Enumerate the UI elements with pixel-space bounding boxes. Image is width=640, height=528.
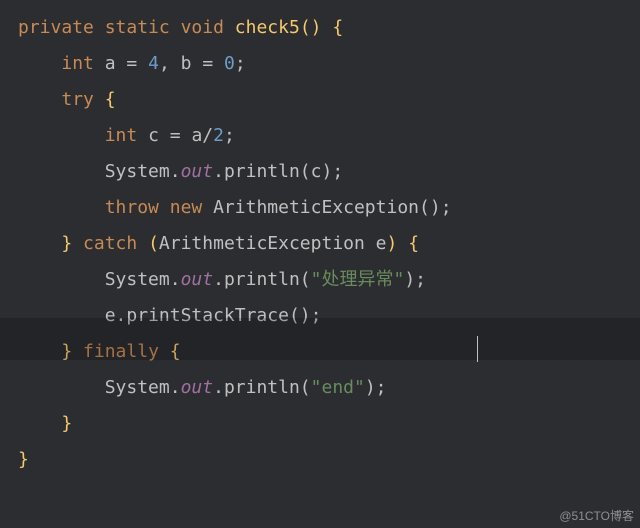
paren: ) [404, 269, 415, 290]
paren: ( [419, 197, 430, 218]
code-line: int c = a/2; [18, 125, 235, 146]
method-printstacktrace: printStackTrace [126, 305, 289, 326]
field-out: out [181, 161, 214, 182]
paren: ( [289, 305, 300, 326]
class-system: System [105, 269, 170, 290]
class-system: System [105, 161, 170, 182]
code-line: } [18, 449, 29, 470]
paren: ) [321, 161, 332, 182]
dot: . [213, 377, 224, 398]
paren: ) [311, 17, 322, 38]
op-div: / [202, 125, 213, 146]
dot: . [213, 269, 224, 290]
op-equals: = [202, 53, 213, 74]
semicolon: ; [224, 125, 235, 146]
number-literal: 2 [213, 125, 224, 146]
class-arithmeticexception: ArithmeticException [159, 233, 365, 254]
code-line: } finally { [18, 341, 181, 362]
var-e: e [105, 305, 116, 326]
dot: . [170, 161, 181, 182]
keyword-catch: catch [83, 233, 137, 254]
type-int: int [105, 125, 138, 146]
brace: } [61, 341, 72, 362]
class-system: System [105, 377, 170, 398]
dot: . [170, 377, 181, 398]
type-int: int [61, 53, 94, 74]
number-literal: 4 [148, 53, 159, 74]
var-a: a [105, 53, 116, 74]
code-line: System.out.println(c); [18, 161, 343, 182]
keyword-new: new [170, 197, 203, 218]
code-line: try { [18, 89, 116, 110]
field-out: out [181, 269, 214, 290]
brace: { [408, 233, 419, 254]
brace: { [170, 341, 181, 362]
paren: ) [430, 197, 441, 218]
code-line: System.out.println("处理异常"); [18, 269, 426, 290]
paren: ( [300, 161, 311, 182]
code-line: e.printStackTrace(); [18, 305, 321, 326]
dot: . [170, 269, 181, 290]
dot: . [213, 161, 224, 182]
code-line: } [18, 413, 72, 434]
paren: ) [300, 305, 311, 326]
semicolon: ; [235, 53, 246, 74]
code-line: private static void check5() { [18, 17, 343, 38]
paren: ) [387, 233, 398, 254]
keyword-static: static [105, 17, 170, 38]
code-line: System.out.println("end"); [18, 377, 387, 398]
paren: ( [300, 377, 311, 398]
code-line: } catch (ArithmeticException e) { [18, 233, 419, 254]
paren: ( [300, 17, 311, 38]
var-a: a [191, 125, 202, 146]
semicolon: ; [441, 197, 452, 218]
var-c: c [148, 125, 159, 146]
paren: ( [300, 269, 311, 290]
brace: { [105, 89, 116, 110]
var-e: e [376, 233, 387, 254]
keyword-private: private [18, 17, 94, 38]
op-equals: = [126, 53, 137, 74]
code-line: int a = 4, b = 0; [18, 53, 246, 74]
semicolon: ; [332, 161, 343, 182]
paren: ( [148, 233, 159, 254]
var-c: c [311, 161, 322, 182]
method-name: check5 [235, 17, 300, 38]
brace: { [332, 17, 343, 38]
string-literal: "处理异常" [311, 269, 405, 290]
brace: } [61, 413, 72, 434]
comma: , [159, 53, 170, 74]
paren: ) [365, 377, 376, 398]
method-println: println [224, 377, 300, 398]
dot: . [116, 305, 127, 326]
method-println: println [224, 161, 300, 182]
class-arithmeticexception: ArithmeticException [213, 197, 419, 218]
semicolon: ; [376, 377, 387, 398]
semicolon: ; [415, 269, 426, 290]
op-equals: = [170, 125, 181, 146]
keyword-finally: finally [83, 341, 159, 362]
code-line: throw new ArithmeticException(); [18, 197, 452, 218]
watermark-text: @51CTO博客 [559, 507, 634, 524]
keyword-throw: throw [105, 197, 159, 218]
brace: } [18, 449, 29, 470]
semicolon: ; [311, 305, 322, 326]
brace: } [61, 233, 72, 254]
code-block: private static void check5() { int a = 4… [0, 0, 640, 488]
number-literal: 0 [224, 53, 235, 74]
string-literal: "end" [311, 377, 365, 398]
keyword-void: void [181, 17, 224, 38]
var-b: b [181, 53, 192, 74]
method-println: println [224, 269, 300, 290]
keyword-try: try [61, 89, 94, 110]
field-out: out [181, 377, 214, 398]
